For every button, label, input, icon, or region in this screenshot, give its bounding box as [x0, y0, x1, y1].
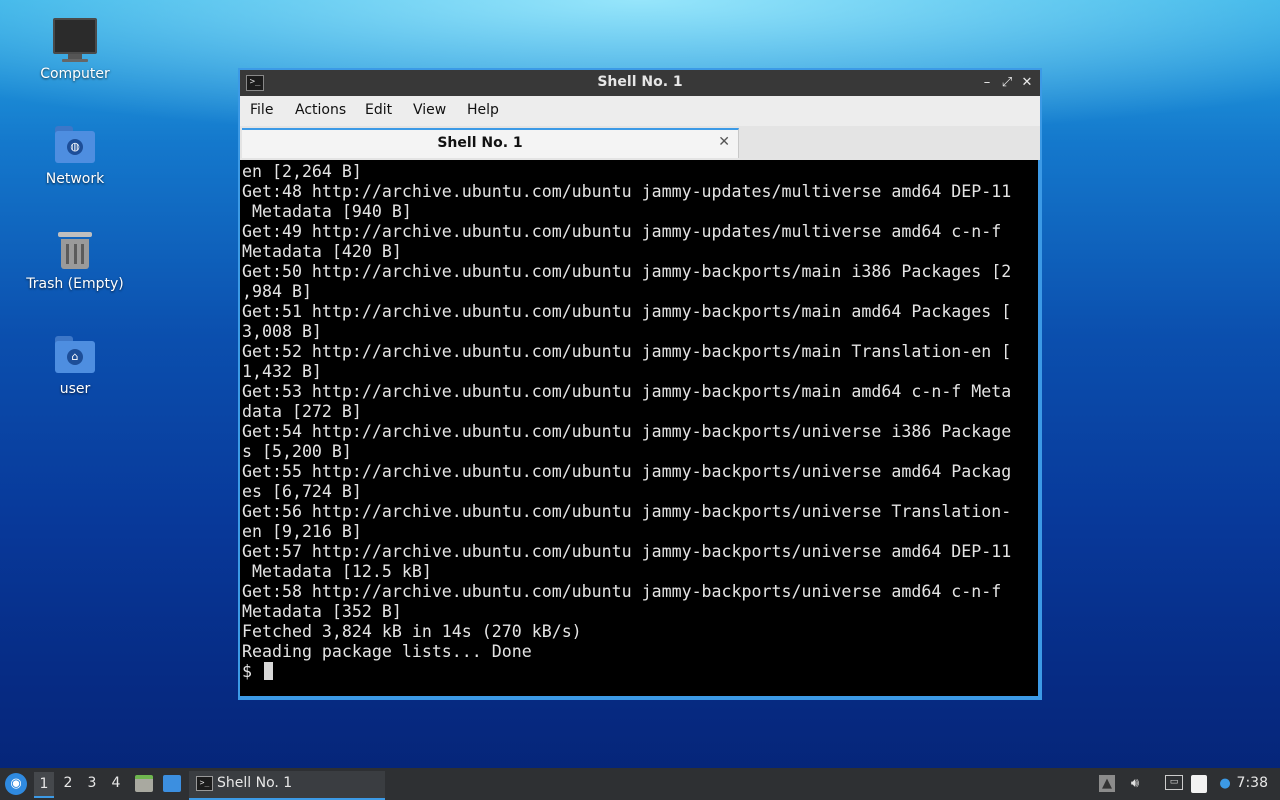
home-folder-icon: ⌂ — [53, 333, 97, 377]
notification-icon[interactable]: ● — [1217, 775, 1233, 792]
close-button[interactable]: ✕ — [1018, 73, 1036, 93]
taskbar-task-shell[interactable]: >_ Shell No. 1 — [189, 771, 385, 800]
desktop-icon-label: Computer — [40, 66, 110, 82]
terminal-window: >_ Shell No. 1 – ⤢ ✕ File Actions Edit V… — [238, 68, 1042, 700]
notes-icon[interactable] — [1191, 775, 1207, 793]
desktop-icon-label: Network — [45, 171, 105, 187]
menu-view[interactable]: View — [413, 102, 446, 118]
workspace-1[interactable]: 1 — [34, 772, 54, 798]
menu-bar: File Actions Edit View Help — [240, 96, 1040, 126]
window-title: Shell No. 1 — [597, 74, 683, 90]
desktop-icon-network[interactable]: ◍ Network — [20, 123, 130, 187]
terminal-output[interactable]: en [2,264 B] Get:48 http://archive.ubunt… — [240, 160, 1038, 696]
menu-actions[interactable]: Actions — [295, 102, 346, 118]
start-menu-icon[interactable]: ◉ — [5, 773, 27, 795]
tab-close-icon[interactable]: ✕ — [718, 134, 730, 150]
volume-icon[interactable]: 🔊︎ — [1127, 775, 1143, 792]
network-monitor-icon[interactable]: ▭ — [1165, 775, 1183, 790]
computer-icon — [53, 18, 97, 62]
desktop-icon-label: Trash (Empty) — [26, 276, 124, 292]
window-titlebar[interactable]: >_ Shell No. 1 – ⤢ ✕ — [240, 70, 1040, 96]
tab-label: Shell No. 1 — [437, 135, 523, 151]
desktop-icon-trash[interactable]: Trash (Empty) — [20, 228, 130, 292]
workspace-2[interactable]: 2 — [58, 775, 78, 791]
desktop-icon-computer[interactable]: Computer — [20, 18, 130, 82]
maximize-button[interactable]: ⤢ — [998, 73, 1016, 93]
workspace-3[interactable]: 3 — [82, 775, 102, 791]
network-folder-icon: ◍ — [53, 123, 97, 167]
minimize-button[interactable]: – — [978, 73, 996, 93]
task-label: Shell No. 1 — [217, 775, 293, 791]
workspace-4[interactable]: 4 — [106, 775, 126, 791]
menu-help[interactable]: Help — [467, 102, 499, 118]
trash-icon — [53, 228, 97, 272]
tab-shell-1[interactable]: Shell No. 1 ✕ — [242, 128, 739, 158]
folder-launcher-icon[interactable] — [163, 775, 181, 792]
clipboard-icon[interactable]: ▲ — [1099, 775, 1115, 792]
terminal-cursor — [264, 662, 273, 680]
desktop-icon-label: user — [59, 381, 91, 397]
clock[interactable]: 7:38 — [1237, 775, 1268, 791]
desktop-icon-user[interactable]: ⌂ user — [20, 333, 130, 397]
taskbar: ◉ 1 2 3 4 >_ Shell No. 1 ▲ 🔊︎ ▭ ● 7:38 — [0, 768, 1280, 800]
tab-bar: Shell No. 1 ✕ — [240, 126, 1040, 160]
terminal-text: en [2,264 B] Get:48 http://archive.ubunt… — [242, 162, 1012, 681]
menu-file[interactable]: File — [250, 102, 273, 118]
terminal-icon: >_ — [196, 776, 213, 791]
file-manager-launcher-icon[interactable] — [135, 775, 153, 792]
menu-edit[interactable]: Edit — [365, 102, 392, 118]
